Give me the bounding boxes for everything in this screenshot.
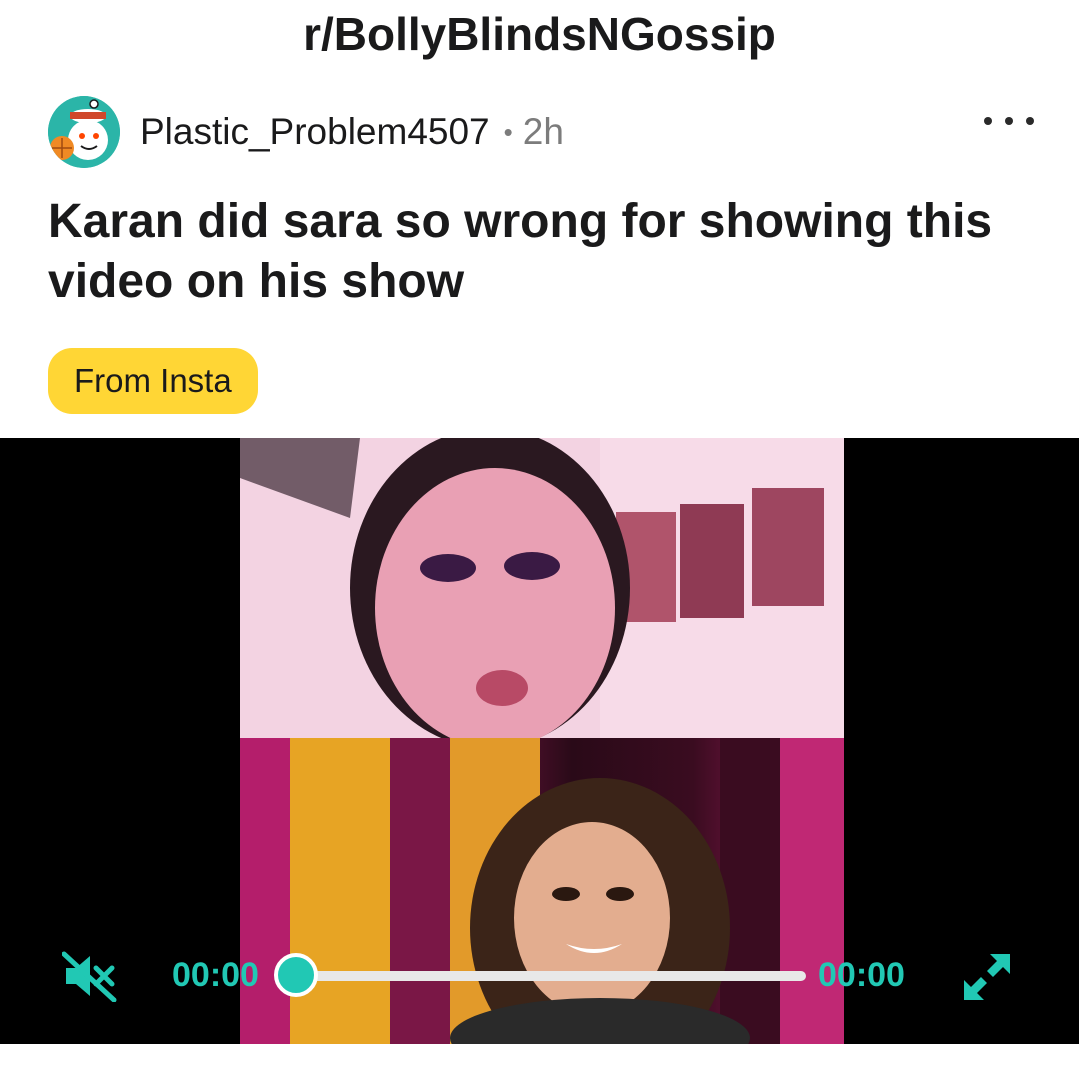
post-author[interactable]: Plastic_Problem4507 bbox=[140, 110, 490, 154]
more-dot bbox=[1026, 117, 1034, 125]
seek-bar[interactable] bbox=[300, 971, 806, 981]
post-flair[interactable]: From Insta bbox=[48, 348, 258, 414]
seek-handle[interactable] bbox=[274, 953, 318, 997]
subreddit-name[interactable]: r/BollyBlindsNGossip bbox=[0, 6, 1079, 62]
more-options-icon[interactable] bbox=[984, 106, 1034, 136]
snoo-avatar-icon[interactable] bbox=[48, 96, 120, 168]
reddit-post-screen: r/BollyBlindsNGossip Plastic_Problem4507… bbox=[0, 0, 1079, 1072]
more-dot bbox=[984, 117, 992, 125]
post-header: Plastic_Problem4507 • 2h bbox=[48, 96, 564, 168]
post-title[interactable]: Karan did sara so wrong for showing this… bbox=[48, 192, 1048, 312]
volume-muted-icon[interactable] bbox=[61, 950, 118, 1003]
fullscreen-expand-icon[interactable] bbox=[960, 950, 1014, 1004]
duration: 00:00 bbox=[818, 956, 905, 994]
more-dot bbox=[1005, 117, 1013, 125]
post-age: 2h bbox=[522, 111, 564, 152]
current-time: 00:00 bbox=[172, 956, 259, 994]
video-frame-top bbox=[240, 438, 844, 738]
video-controls: 00:00 00:00 bbox=[0, 938, 1079, 1018]
meta-separator: • bbox=[503, 117, 513, 147]
